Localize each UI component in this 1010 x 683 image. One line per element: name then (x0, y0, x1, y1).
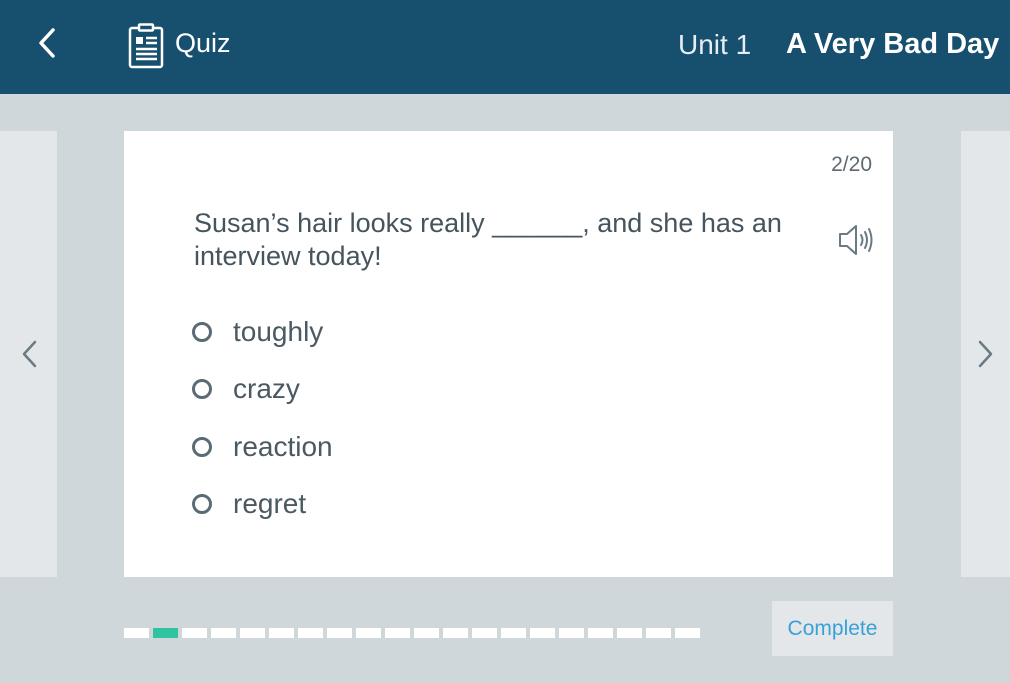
progress-segment (617, 628, 642, 638)
progress-segment (588, 628, 613, 638)
answer-option[interactable]: crazy (192, 361, 333, 419)
radio-button[interactable] (192, 379, 212, 400)
lesson-title: A Very Bad Day (786, 28, 1000, 60)
complete-button[interactable]: Complete (772, 601, 893, 656)
progress-segment (240, 628, 265, 638)
progress-segment (646, 628, 671, 638)
previous-question-button[interactable] (0, 131, 57, 577)
question-card: 2/20 Susan’s hair looks really ______, a… (124, 131, 893, 577)
progress-segment (182, 628, 207, 638)
chevron-left-icon (22, 340, 36, 368)
next-question-button[interactable] (961, 131, 1010, 577)
answer-option-label: crazy (233, 373, 300, 405)
question-progress-bar (124, 628, 704, 638)
progress-segment (501, 628, 526, 638)
answer-option[interactable]: reaction (192, 418, 333, 476)
radio-button[interactable] (192, 436, 212, 457)
progress-segment (298, 628, 323, 638)
document-icon (128, 23, 164, 69)
answer-option[interactable]: regret (192, 476, 333, 534)
question-counter: 2/20 (831, 153, 872, 176)
header-bar: Quiz Unit 1 A Very Bad Day (0, 0, 1010, 94)
progress-segment (356, 628, 381, 638)
answer-option-label: toughly (233, 315, 324, 347)
progress-segment (327, 628, 352, 638)
progress-segment (559, 628, 584, 638)
unit-label: Unit 1 (678, 29, 752, 60)
progress-segment (472, 628, 497, 638)
progress-segment (414, 628, 439, 638)
progress-segment (443, 628, 468, 638)
play-audio-button[interactable] (837, 223, 877, 257)
progress-segment (385, 628, 410, 638)
progress-segment (269, 628, 294, 638)
speaker-icon (839, 225, 873, 255)
quiz-label: Quiz (175, 28, 231, 58)
answer-option-label: reaction (233, 430, 333, 462)
progress-segment (124, 628, 149, 638)
progress-segment-current (153, 628, 178, 638)
answer-option[interactable]: toughly (192, 303, 333, 361)
answer-option-label: regret (233, 488, 307, 520)
chevron-right-icon (978, 340, 992, 368)
question-text: Susan’s hair looks really ______, and sh… (194, 208, 782, 271)
radio-button[interactable] (192, 321, 212, 342)
back-button[interactable] (30, 25, 64, 61)
progress-segment (211, 628, 236, 638)
progress-segment (530, 628, 555, 638)
radio-button[interactable] (192, 494, 212, 515)
chevron-left-icon (39, 28, 55, 58)
answer-options: toughly crazy reaction regret (192, 303, 333, 533)
progress-segment (675, 628, 700, 638)
